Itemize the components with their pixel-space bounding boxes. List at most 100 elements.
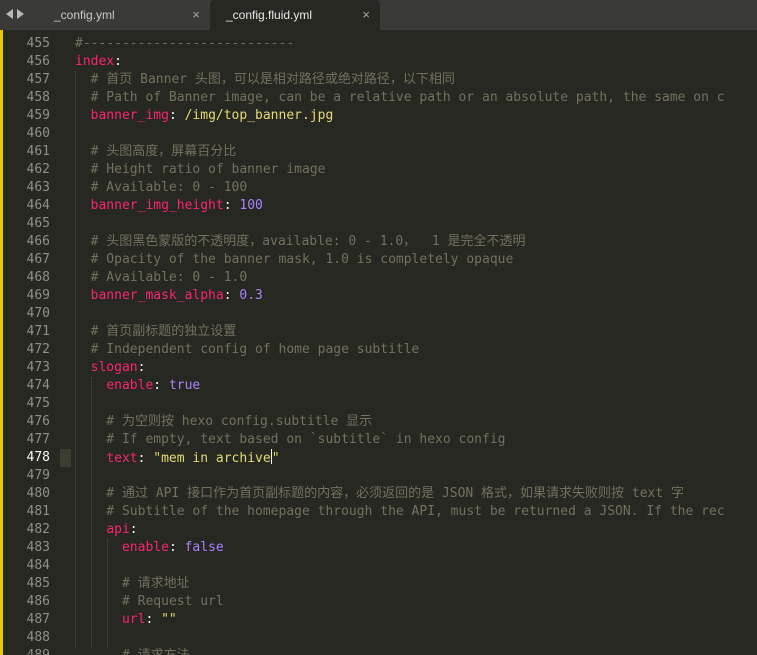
comment: # 头图高度，屏幕百分比 <box>75 144 237 159</box>
string-value: "mem in archive <box>153 451 271 466</box>
line-content: # Available: 0 - 100 <box>75 179 248 197</box>
indent-guide <box>107 539 108 647</box>
code-line[interactable]: 462 # Height ratio of banner image <box>0 161 757 179</box>
tab-label: _config.fluid.yml <box>226 8 313 22</box>
yaml-key: banner_img <box>90 108 169 123</box>
chevron-right-icon[interactable] <box>17 9 24 19</box>
code-line[interactable]: 469 banner_mask_alpha: 0.3 <box>0 287 757 305</box>
line-number: 482 <box>26 522 50 537</box>
line-content: # Opacity of the banner mask, 1.0 is com… <box>75 251 514 269</box>
code-line[interactable]: 480 # 通过 API 接口作为首页副标题的内容，必须返回的是 JSON 格式… <box>0 485 757 503</box>
code-line[interactable]: 471 # 首页副标题的独立设置 <box>0 323 757 341</box>
code-text: : <box>129 522 138 537</box>
line-number: 469 <box>26 288 50 303</box>
code-line[interactable]: 477 # If empty, text based on `subtitle`… <box>0 431 757 449</box>
close-icon[interactable]: × <box>192 0 200 30</box>
code-text: : <box>145 612 162 627</box>
code-line[interactable]: 482 api: <box>0 521 757 539</box>
code-line[interactable]: 476 # 为空则按 hexo config.subtitle 显示 <box>0 413 757 431</box>
code-line[interactable]: 468 # Available: 0 - 1.0 <box>0 269 757 287</box>
line-number: 484 <box>26 558 50 573</box>
code-line[interactable]: 472 # Independent config of home page su… <box>0 341 757 359</box>
indent-guide <box>75 71 76 647</box>
code-line[interactable]: 484 <box>0 557 757 575</box>
line-content: # 为空则按 hexo config.subtitle 显示 <box>75 413 372 431</box>
line-number: 468 <box>26 270 50 285</box>
comment: #--------------------------- <box>75 36 295 51</box>
code-line[interactable]: 481 # Subtitle of the homepage through t… <box>0 503 757 521</box>
code-line[interactable]: 473 slogan: <box>0 359 757 377</box>
line-number: 465 <box>26 216 50 231</box>
code-line[interactable]: 463 # Available: 0 - 100 <box>0 179 757 197</box>
code-line[interactable]: 460 <box>0 125 757 143</box>
line-content: # Subtitle of the homepage through the A… <box>75 503 724 521</box>
line-number: 485 <box>26 576 50 591</box>
comment: # Available: 0 - 1.0 <box>75 270 248 285</box>
code-line[interactable]: 466 # 头图黑色蒙版的不透明度，available: 0 - 1.0， 1 … <box>0 233 757 251</box>
code-text: : <box>168 108 185 123</box>
code-line[interactable]: 489 # 请求方法 <box>0 647 757 655</box>
literal-value: false <box>184 540 224 555</box>
string-value: "" <box>161 612 177 627</box>
code-editor[interactable]: 455 #--------------------------- 456 index:… <box>0 30 757 655</box>
close-icon[interactable]: × <box>362 0 370 30</box>
code-line[interactable]: 465 <box>0 215 757 233</box>
line-content: banner_img_height: 100 <box>75 197 263 215</box>
yaml-key: url <box>121 612 146 627</box>
code-line[interactable]: 486 # Request url <box>0 593 757 611</box>
line-number: 478 <box>26 450 50 465</box>
code-line[interactable]: 467 # Opacity of the banner mask, 1.0 is… <box>0 251 757 269</box>
line-content: # 请求方法 <box>75 647 190 655</box>
code-line[interactable]: 483 enable: false <box>0 539 757 557</box>
line-content: # Independent config of home page subtit… <box>75 341 420 359</box>
line-content: api: <box>75 521 138 539</box>
line-number: 470 <box>26 306 50 321</box>
code-line[interactable]: 464 banner_img_height: 100 <box>0 197 757 215</box>
line-number: 461 <box>26 144 50 159</box>
line-content: # Path of Banner image, can be a relativ… <box>75 89 725 107</box>
code-line[interactable]: 488 <box>0 629 757 647</box>
literal-value: 100 <box>239 198 263 213</box>
code-line[interactable]: 459 banner_img: /img/top_banner.jpg <box>0 107 757 125</box>
line-number: 458 <box>26 90 50 105</box>
line-content: banner_img: /img/top_banner.jpg <box>75 107 334 125</box>
yaml-key: enable <box>106 378 154 393</box>
comment: # 通过 API 接口作为首页副标题的内容，必须返回的是 JSON 格式，如果请… <box>75 486 685 501</box>
line-content: # Request url <box>75 593 224 611</box>
tab-label: _config.yml <box>54 8 115 22</box>
code-line[interactable]: 474 enable: true <box>0 377 757 395</box>
line-content: slogan: <box>75 359 146 377</box>
code-line[interactable]: 456 index: <box>0 53 757 71</box>
code-line[interactable]: 487 url: "" <box>0 611 757 629</box>
chevron-left-icon[interactable] <box>6 9 13 19</box>
comment: # 首页副标题的独立设置 <box>75 324 237 339</box>
code-line[interactable]: 478 text: "mem in archive" <box>0 449 757 467</box>
tab-config-yml[interactable]: _config.yml × <box>38 0 210 30</box>
code-line[interactable]: 455 #--------------------------- <box>0 35 757 53</box>
line-content: index: <box>75 53 122 71</box>
code-text: : <box>223 288 240 303</box>
code-line[interactable]: 485 # 请求地址 <box>0 575 757 593</box>
code-line[interactable]: 458 # Path of Banner image, can be a rel… <box>0 89 757 107</box>
comment: # 请求地址 <box>75 576 190 591</box>
yaml-key: api <box>106 522 130 537</box>
comment: # Opacity of the banner mask, 1.0 is com… <box>75 252 514 267</box>
code-line[interactable]: 479 <box>0 467 757 485</box>
line-number: 472 <box>26 342 50 357</box>
code-line[interactable]: 470 <box>0 305 757 323</box>
line-number: 463 <box>26 180 50 195</box>
code-line[interactable]: 475 <box>0 395 757 413</box>
line-content: banner_mask_alpha: 0.3 <box>75 287 263 305</box>
code-text: : <box>114 54 122 69</box>
code-line[interactable]: 457 # 首页 Banner 头图，可以是相对路径或绝对路径，以下相同 <box>0 71 757 89</box>
code-line[interactable]: 461 # 头图高度，屏幕百分比 <box>0 143 757 161</box>
tab-navigation <box>6 7 24 21</box>
current-line-highlight <box>60 449 71 467</box>
yaml-key: enable <box>121 540 169 555</box>
line-content: #--------------------------- <box>75 35 294 53</box>
code-text: : <box>137 451 154 466</box>
line-number: 471 <box>26 324 50 339</box>
comment: # If empty, text based on `subtitle` in … <box>75 432 506 447</box>
tab-config-fluid-yml[interactable]: _config.fluid.yml × <box>210 0 380 30</box>
